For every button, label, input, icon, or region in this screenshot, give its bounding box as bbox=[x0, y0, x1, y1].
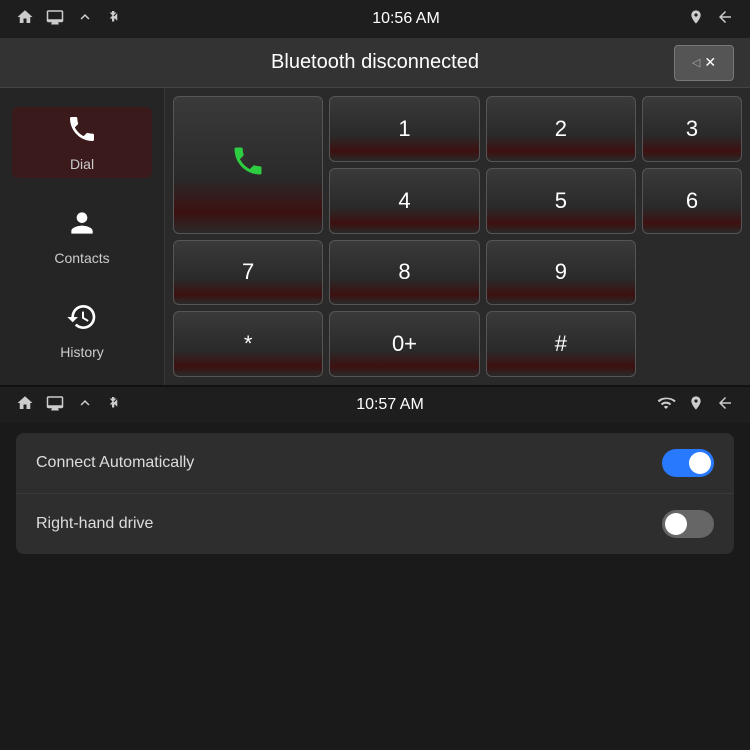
settings-row-connect: Connect Automatically bbox=[16, 433, 734, 494]
settings-row-righthand: Right-hand drive bbox=[16, 494, 734, 554]
toggle-knob-righthand bbox=[665, 513, 687, 535]
home-icon-bottom[interactable] bbox=[16, 394, 34, 417]
location-icon-top bbox=[688, 8, 704, 31]
history-label: History bbox=[60, 344, 104, 360]
sidebar-item-dial[interactable]: Dial bbox=[12, 107, 152, 178]
close-notification-button[interactable]: ◁ ✕ bbox=[674, 45, 734, 81]
dialpad-area: 1 2 3 4 5 6 7 8 9 * 0+ bbox=[165, 88, 750, 385]
call-icon bbox=[230, 143, 266, 187]
status-bar-left-icons bbox=[16, 8, 124, 31]
home-icon[interactable] bbox=[16, 8, 34, 31]
settings-card: Connect Automatically Right-hand drive bbox=[16, 433, 734, 554]
history-icon bbox=[66, 301, 98, 340]
dialpad-grid: 1 2 3 4 5 6 7 8 9 * 0+ bbox=[173, 96, 742, 377]
dial-key-empty-2 bbox=[642, 311, 742, 377]
chevron-up-icon[interactable] bbox=[76, 8, 94, 31]
sidebar-item-history[interactable]: History bbox=[12, 295, 152, 366]
connect-automatically-toggle[interactable] bbox=[662, 449, 714, 477]
dial-key-9[interactable]: 9 bbox=[486, 240, 636, 306]
dial-key-0[interactable]: 0+ bbox=[329, 311, 479, 377]
status-bar-bottom-left bbox=[16, 394, 124, 417]
dial-key-6[interactable]: 6 bbox=[642, 168, 742, 234]
status-bar-bottom-right bbox=[656, 394, 734, 417]
settings-area: Connect Automatically Right-hand drive bbox=[0, 423, 750, 566]
dial-key-3[interactable]: 3 bbox=[642, 96, 742, 162]
notification-bar: Bluetooth disconnected ◁ ✕ bbox=[0, 38, 750, 88]
dial-key-5[interactable]: 5 bbox=[486, 168, 636, 234]
right-hand-drive-toggle[interactable] bbox=[662, 510, 714, 538]
right-hand-drive-label: Right-hand drive bbox=[36, 515, 153, 533]
dial-key-star[interactable]: * bbox=[173, 311, 323, 377]
dial-key-4[interactable]: 4 bbox=[329, 168, 479, 234]
dial-key-7[interactable]: 7 bbox=[173, 240, 323, 306]
close-x-label: ✕ bbox=[704, 54, 716, 71]
usb-icon-bottom[interactable] bbox=[106, 394, 124, 417]
dial-label: Dial bbox=[70, 156, 94, 172]
top-panel: 10:56 AM Bluetooth disconnected ◁ ✕ Di bbox=[0, 0, 750, 385]
phone-icon bbox=[66, 113, 98, 152]
contacts-label: Contacts bbox=[54, 250, 109, 266]
location-icon-bottom bbox=[688, 394, 704, 417]
status-bar-top: 10:56 AM bbox=[0, 0, 750, 38]
dial-key-2[interactable]: 2 bbox=[486, 96, 636, 162]
status-time-bottom: 10:57 AM bbox=[356, 396, 424, 414]
wifi-icon-bottom bbox=[656, 394, 676, 417]
sidebar-item-contacts[interactable]: Contacts bbox=[12, 201, 152, 272]
sidebar: Dial Contacts History bbox=[0, 88, 165, 385]
status-bar-right-icons bbox=[688, 8, 734, 31]
connect-automatically-label: Connect Automatically bbox=[36, 454, 194, 472]
toggle-knob-connect bbox=[689, 452, 711, 474]
status-bar-bottom: 10:57 AM bbox=[0, 385, 750, 423]
back-icon-top[interactable] bbox=[716, 8, 734, 31]
back-icon-bottom[interactable] bbox=[716, 394, 734, 417]
dial-key-hash[interactable]: # bbox=[486, 311, 636, 377]
screen-icon[interactable] bbox=[46, 8, 64, 31]
usb-icon[interactable] bbox=[106, 8, 124, 31]
call-button[interactable] bbox=[173, 96, 323, 234]
status-time-top: 10:56 AM bbox=[372, 10, 440, 28]
dial-key-1[interactable]: 1 bbox=[329, 96, 479, 162]
dial-key-8[interactable]: 8 bbox=[329, 240, 479, 306]
chevron-up-icon-bottom[interactable] bbox=[76, 394, 94, 417]
close-arrow-icon: ◁ bbox=[692, 56, 700, 69]
bottom-panel: 10:57 AM Connect Automatically Ri bbox=[0, 385, 750, 750]
dial-key-empty bbox=[642, 240, 742, 306]
main-content: Dial Contacts History 1 2 3 bbox=[0, 88, 750, 385]
notification-text: Bluetooth disconnected bbox=[76, 51, 674, 74]
contacts-icon bbox=[66, 207, 98, 246]
screen-icon-bottom[interactable] bbox=[46, 394, 64, 417]
